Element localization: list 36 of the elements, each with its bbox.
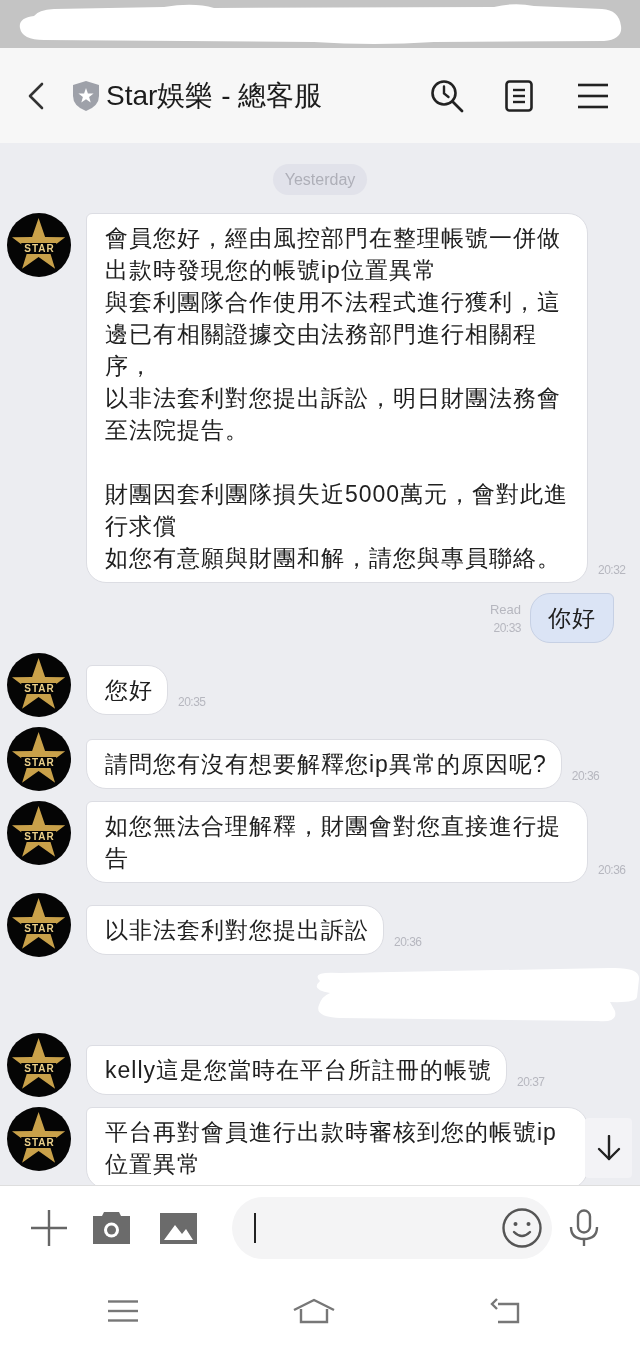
- avatar-logo-text: STAR: [21, 243, 57, 254]
- message-bubble: 您好: [86, 665, 168, 715]
- back-icon[interactable]: [27, 81, 45, 110]
- avatar-logo-text: STAR: [21, 831, 57, 842]
- shield-icon: [73, 80, 99, 111]
- message-bubble: 平台再對會員進行出款時審核到您的帳號ip位置異常: [86, 1107, 588, 1185]
- message-bubble: 你好: [530, 593, 614, 643]
- camera-icon[interactable]: [93, 1212, 130, 1244]
- avatar-logo-text: STAR: [21, 757, 57, 768]
- plus-icon[interactable]: [31, 1210, 67, 1246]
- message-text: 以非法套利對您提出訴訟，明日財團法務會至法院提告。: [105, 384, 562, 445]
- image-icon[interactable]: [160, 1212, 197, 1244]
- message-text: 與套利團隊合作使用不法程式進行獲利，這邊已有相關證據交由法務部門進行相關程序，: [105, 288, 562, 381]
- avatar-logo-text: STAR: [21, 923, 57, 934]
- message-bubble: 以非法套利對您提出訴訟: [86, 905, 384, 955]
- menu-icon[interactable]: [578, 82, 608, 109]
- message-text: 會員您好，經由風控部門在整理帳號一併做出款時發現您的帳號ip位置異常: [105, 224, 562, 285]
- message-bubble: 請問您有沒有想要解釋您ip異常的原因呢?: [86, 739, 562, 789]
- message-bubble: 如您無法合理解釋，財團會對您直接進行提告: [86, 801, 588, 883]
- back-nav-icon[interactable]: [490, 1297, 520, 1324]
- message-text: 財團因套利團隊損失近5000萬元，會對此進行求償: [105, 480, 570, 541]
- microphone-icon[interactable]: [568, 1209, 600, 1247]
- emoji-icon[interactable]: [502, 1208, 542, 1248]
- avatar-logo-text: STAR: [21, 1137, 57, 1148]
- search-icon[interactable]: [430, 78, 464, 113]
- message-bubble: kelly這是您當時在平台所註冊的帳號: [86, 1045, 507, 1095]
- chat-title: Star娛樂 - 總客服: [106, 78, 323, 113]
- recent-apps-icon[interactable]: [108, 1299, 138, 1322]
- document-icon[interactable]: [505, 79, 533, 112]
- home-icon[interactable]: [292, 1297, 336, 1324]
- message-text: 如您有意願與財團和解，請您與專員聯絡。: [105, 544, 562, 573]
- avatar-logo-text: STAR: [21, 1063, 57, 1074]
- avatar-logo-text: STAR: [21, 683, 57, 694]
- scroll-down-button[interactable]: [585, 1118, 632, 1178]
- arrow-down-icon: [596, 1135, 621, 1161]
- text-cursor: [254, 1213, 256, 1243]
